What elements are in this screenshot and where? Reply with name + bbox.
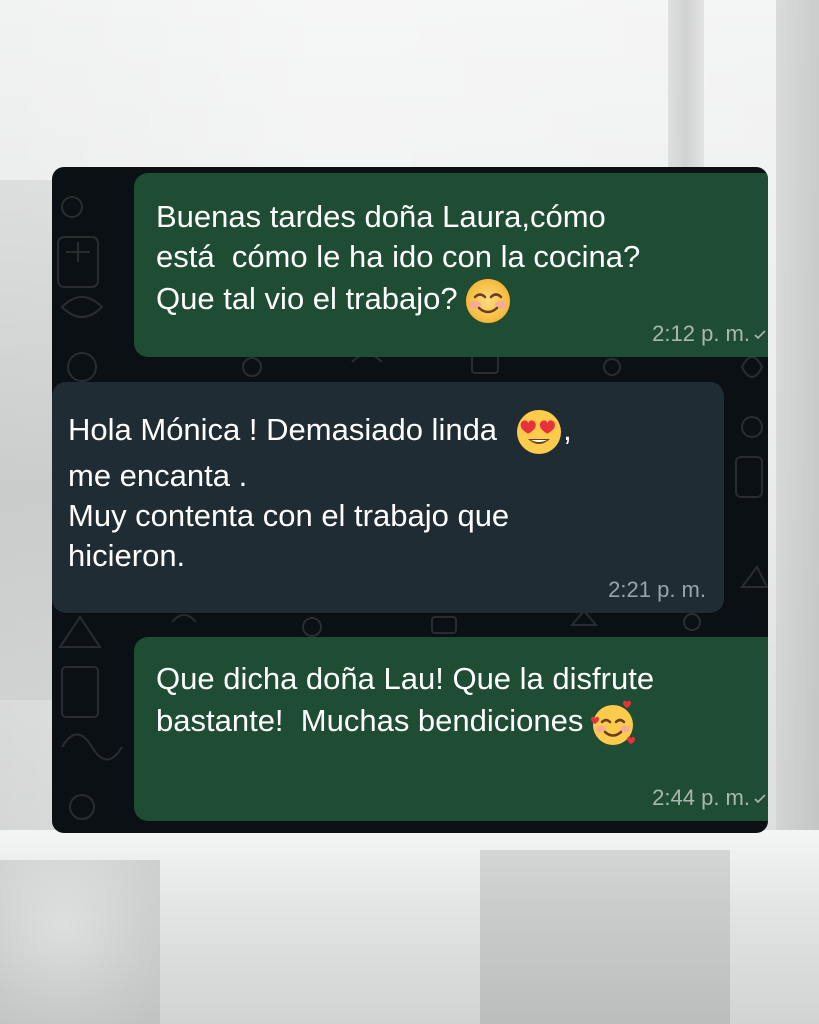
message-bubble-outgoing[interactable]: Buenas tardes doña Laura,cómo está cómo l… [134, 173, 768, 357]
background-plates [0, 860, 160, 1024]
message-timestamp: 2:12 p. m. [652, 321, 750, 346]
message-line: bastante! Muchas bendiciones [156, 703, 584, 739]
message-line: Que tal vio el trabajo? [156, 281, 458, 317]
message-timestamp: 2:21 p. m. [608, 577, 706, 602]
message-text: Hola Mónica ! Demasiado linda , me encant… [68, 408, 572, 576]
message-text: Buenas tardes doña Laura,cómo está cómo l… [156, 197, 640, 325]
message-line: Que dicha doña Lau! Que la disfrute [156, 661, 655, 696]
message-meta: 2:44 p. m. [652, 785, 766, 811]
background-drawer [480, 850, 730, 1024]
message-timestamp: 2:44 p. m. [652, 785, 750, 810]
message-line: hicieron. [68, 538, 186, 573]
heart-eyes-emoji [517, 410, 562, 454]
message-meta: 2:12 p. m. [652, 321, 766, 347]
message-line: Buenas tardes doña Laura,cómo [156, 199, 606, 234]
message-text: Que dicha doña Lau! Que la disfrute basta… [156, 659, 654, 747]
smiling-face-with-blush-emoji [465, 279, 510, 323]
message-bubble-outgoing[interactable]: Que dicha doña Lau! Que la disfrute basta… [134, 637, 768, 821]
message-line: está cómo le ha ido con la cocina? [156, 239, 641, 274]
message-punctuation: , [563, 412, 572, 448]
check-icon [754, 330, 766, 340]
message-line: me encanta . [68, 458, 248, 493]
message-meta: 2:21 p. m. [608, 577, 706, 603]
smiling-face-with-hearts-emoji [591, 700, 636, 745]
chat-screenshot: Buenas tardes doña Laura,cómo está cómo l… [52, 167, 768, 833]
check-icon [754, 794, 766, 804]
message-bubble-incoming[interactable]: Hola Mónica ! Demasiado linda , me encant… [52, 382, 724, 613]
message-line: Hola Mónica ! Demasiado linda [68, 412, 498, 448]
message-line: Muy contenta con el trabajo que [68, 498, 510, 533]
